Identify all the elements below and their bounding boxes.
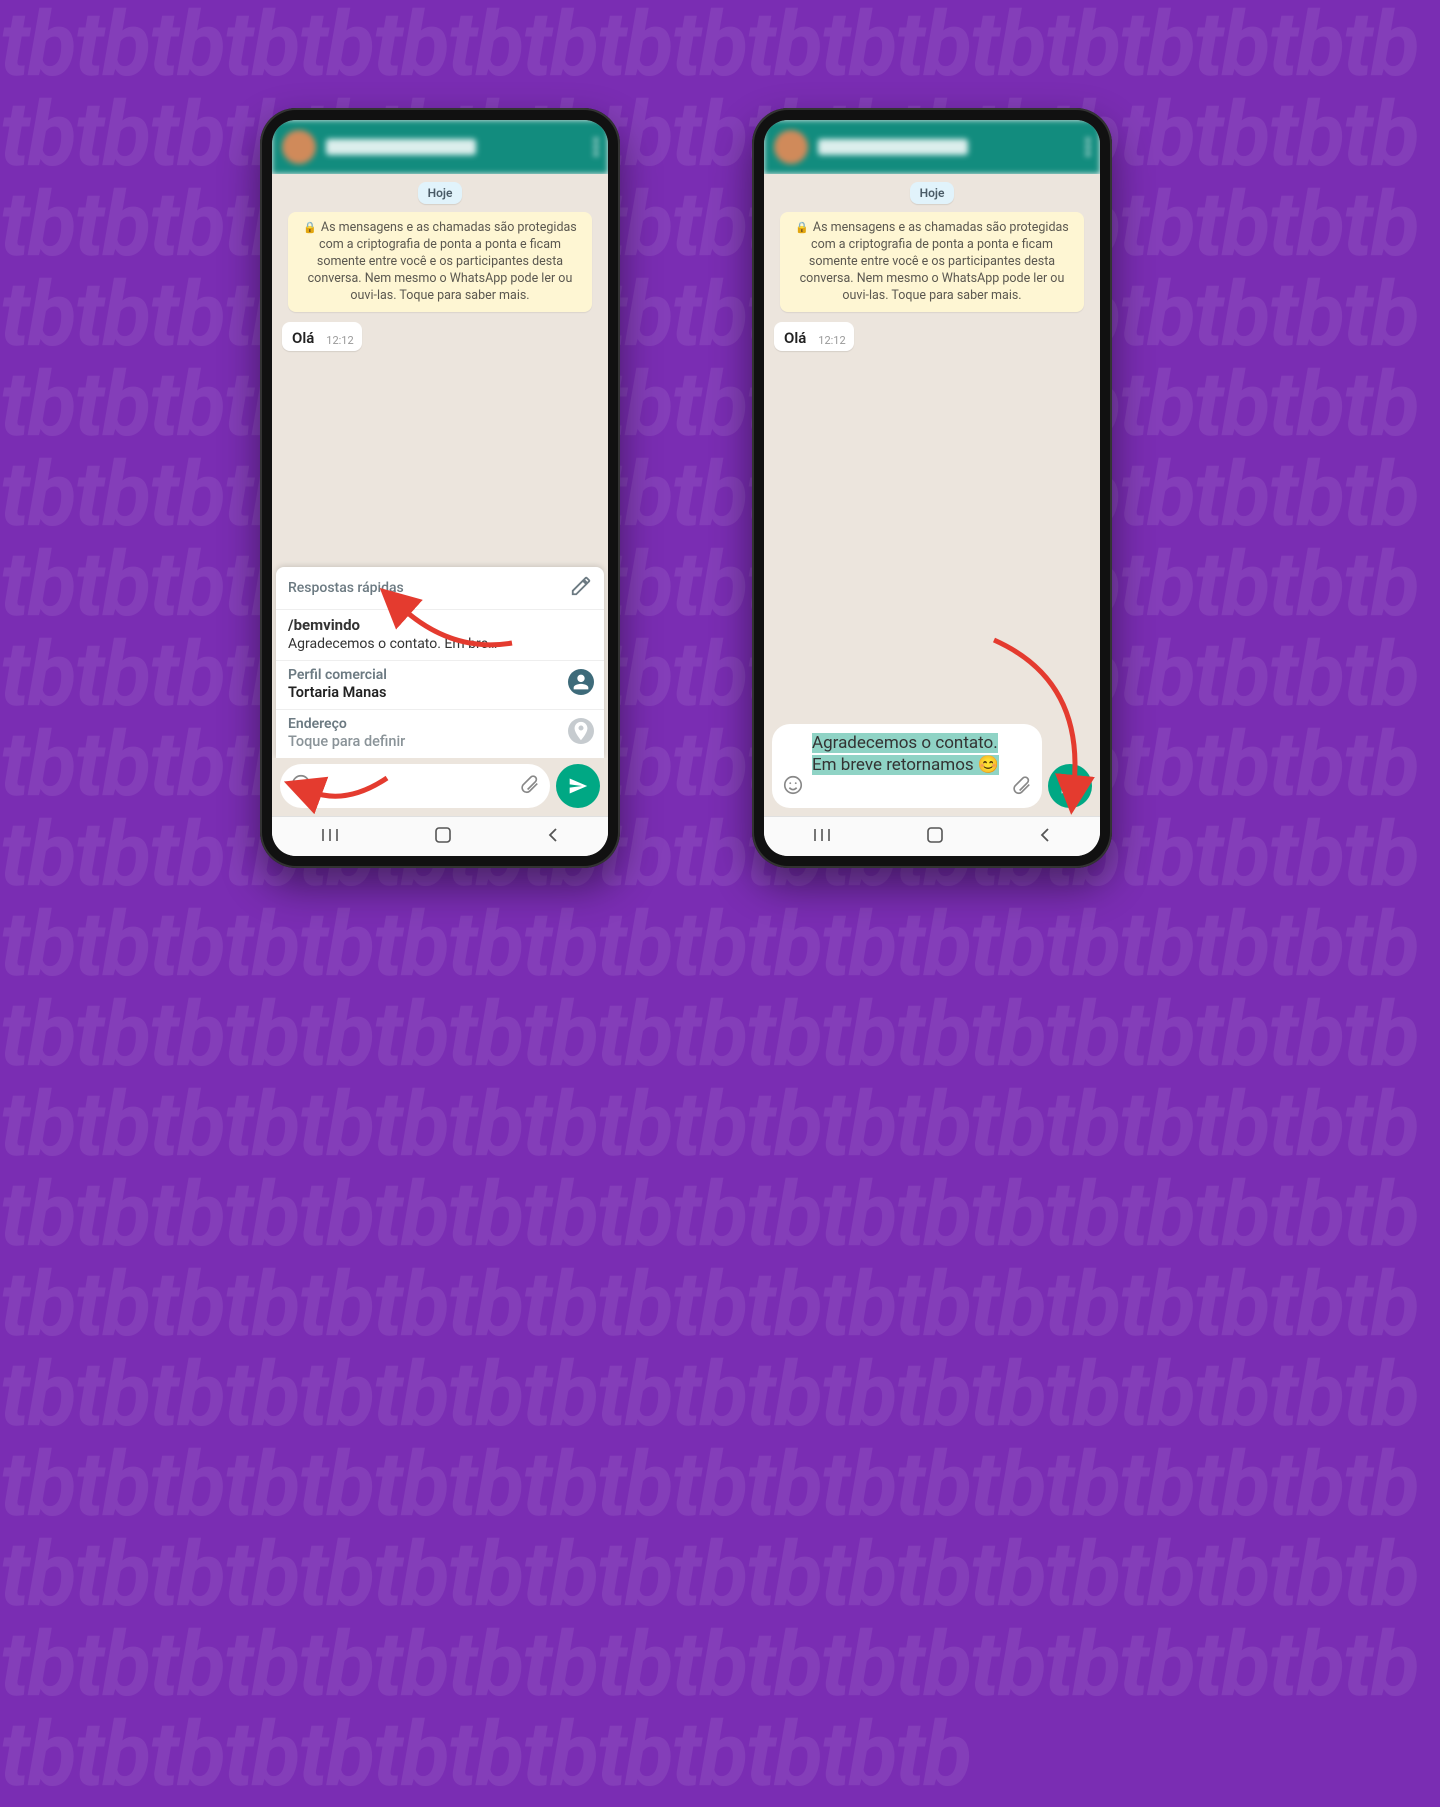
edit-quick-replies-icon[interactable] <box>570 575 592 601</box>
chat-header[interactable] <box>764 120 1100 174</box>
attachment-icon[interactable] <box>518 773 540 799</box>
message-input-row: Agradecemos o contato. Em breve retornam… <box>764 718 1100 816</box>
emoji-icon[interactable] <box>290 773 312 799</box>
message-time: 12:12 <box>326 334 353 347</box>
send-button[interactable] <box>1048 764 1092 808</box>
profile-badge-icon[interactable] <box>568 669 594 695</box>
message-input[interactable]: / <box>280 764 550 808</box>
business-profile-value: Tortaria Manas <box>288 684 592 701</box>
android-nav-bar <box>764 816 1100 856</box>
more-options-icon[interactable] <box>1086 145 1090 149</box>
address-row[interactable]: Endereço Toque para definir <box>276 710 604 758</box>
address-label: Endereço <box>288 716 592 732</box>
contact-name-blurred <box>818 139 968 155</box>
quick-replies-panel: Respostas rápidas /bemvindo Agradecemos … <box>276 567 604 758</box>
message-input[interactable]: Agradecemos o contato. Em breve retornam… <box>772 724 1042 808</box>
nav-recents-icon[interactable] <box>319 827 341 847</box>
message-input-row: / <box>272 758 608 816</box>
quick-replies-header: Respostas rápidas <box>276 567 604 610</box>
nav-recents-icon[interactable] <box>811 827 833 847</box>
business-profile-row[interactable]: Perfil comercial Tortaria Manas <box>276 661 604 710</box>
lock-icon: 🔒 <box>795 221 809 236</box>
quick-reply-preview: Agradecemos o contato. Em bre… <box>288 636 592 652</box>
message-time: 12:12 <box>818 334 845 347</box>
send-button[interactable] <box>556 764 600 808</box>
message-text: Olá <box>292 329 314 347</box>
date-chip: Hoje <box>418 182 463 204</box>
background-pattern: tbtbtbtbtbtbtbtbtbtbtbtbtbtbtbtbtbtbtbtb… <box>0 0 1440 1080</box>
attachment-icon[interactable] <box>1010 774 1032 800</box>
quick-reply-item[interactable]: /bemvindo Agradecemos o contato. Em bre… <box>276 610 604 661</box>
lock-icon: 🔒 <box>303 221 317 236</box>
nav-back-icon[interactable] <box>1037 827 1053 847</box>
chat-area[interactable]: Hoje 🔒As mensagens e as chamadas são pro… <box>272 174 608 758</box>
quick-reply-command: /bemvindo <box>288 616 592 634</box>
nav-home-icon[interactable] <box>434 826 452 848</box>
contact-avatar[interactable] <box>282 130 316 164</box>
encryption-notice[interactable]: 🔒As mensagens e as chamadas são protegid… <box>780 212 1084 312</box>
chat-area[interactable]: Hoje 🔒As mensagens e as chamadas são pro… <box>764 174 1100 718</box>
phone-mockup-left: Hoje 🔒As mensagens e as chamadas são pro… <box>260 108 620 868</box>
quick-replies-title: Respostas rápidas <box>288 580 404 596</box>
date-chip: Hoje <box>910 182 955 204</box>
phone-screen: Hoje 🔒As mensagens e as chamadas são pro… <box>764 120 1100 856</box>
encryption-notice-text: As mensagens e as chamadas são protegida… <box>800 220 1069 303</box>
phone-screen: Hoje 🔒As mensagens e as chamadas são pro… <box>272 120 608 856</box>
incoming-message-bubble[interactable]: Olá 12:12 <box>282 322 362 351</box>
message-input-text: Agradecemos o contato. Em breve retornam… <box>812 732 1002 776</box>
location-badge-icon[interactable] <box>568 718 594 744</box>
nav-home-icon[interactable] <box>926 826 944 848</box>
address-value: Toque para definir <box>288 733 592 750</box>
chat-header[interactable] <box>272 120 608 174</box>
business-profile-label: Perfil comercial <box>288 667 592 683</box>
contact-name-blurred <box>326 139 476 155</box>
message-input-text: / <box>320 775 510 797</box>
encryption-notice[interactable]: 🔒As mensagens e as chamadas são protegid… <box>288 212 592 312</box>
contact-avatar[interactable] <box>774 130 808 164</box>
encryption-notice-text: As mensagens e as chamadas são protegida… <box>308 220 577 303</box>
incoming-message-bubble[interactable]: Olá 12:12 <box>774 322 854 351</box>
phone-mockup-right: Hoje 🔒As mensagens e as chamadas são pro… <box>752 108 1112 868</box>
message-text: Olá <box>784 329 806 347</box>
nav-back-icon[interactable] <box>545 827 561 847</box>
android-nav-bar <box>272 816 608 856</box>
more-options-icon[interactable] <box>594 145 598 149</box>
emoji-icon[interactable] <box>782 774 804 800</box>
